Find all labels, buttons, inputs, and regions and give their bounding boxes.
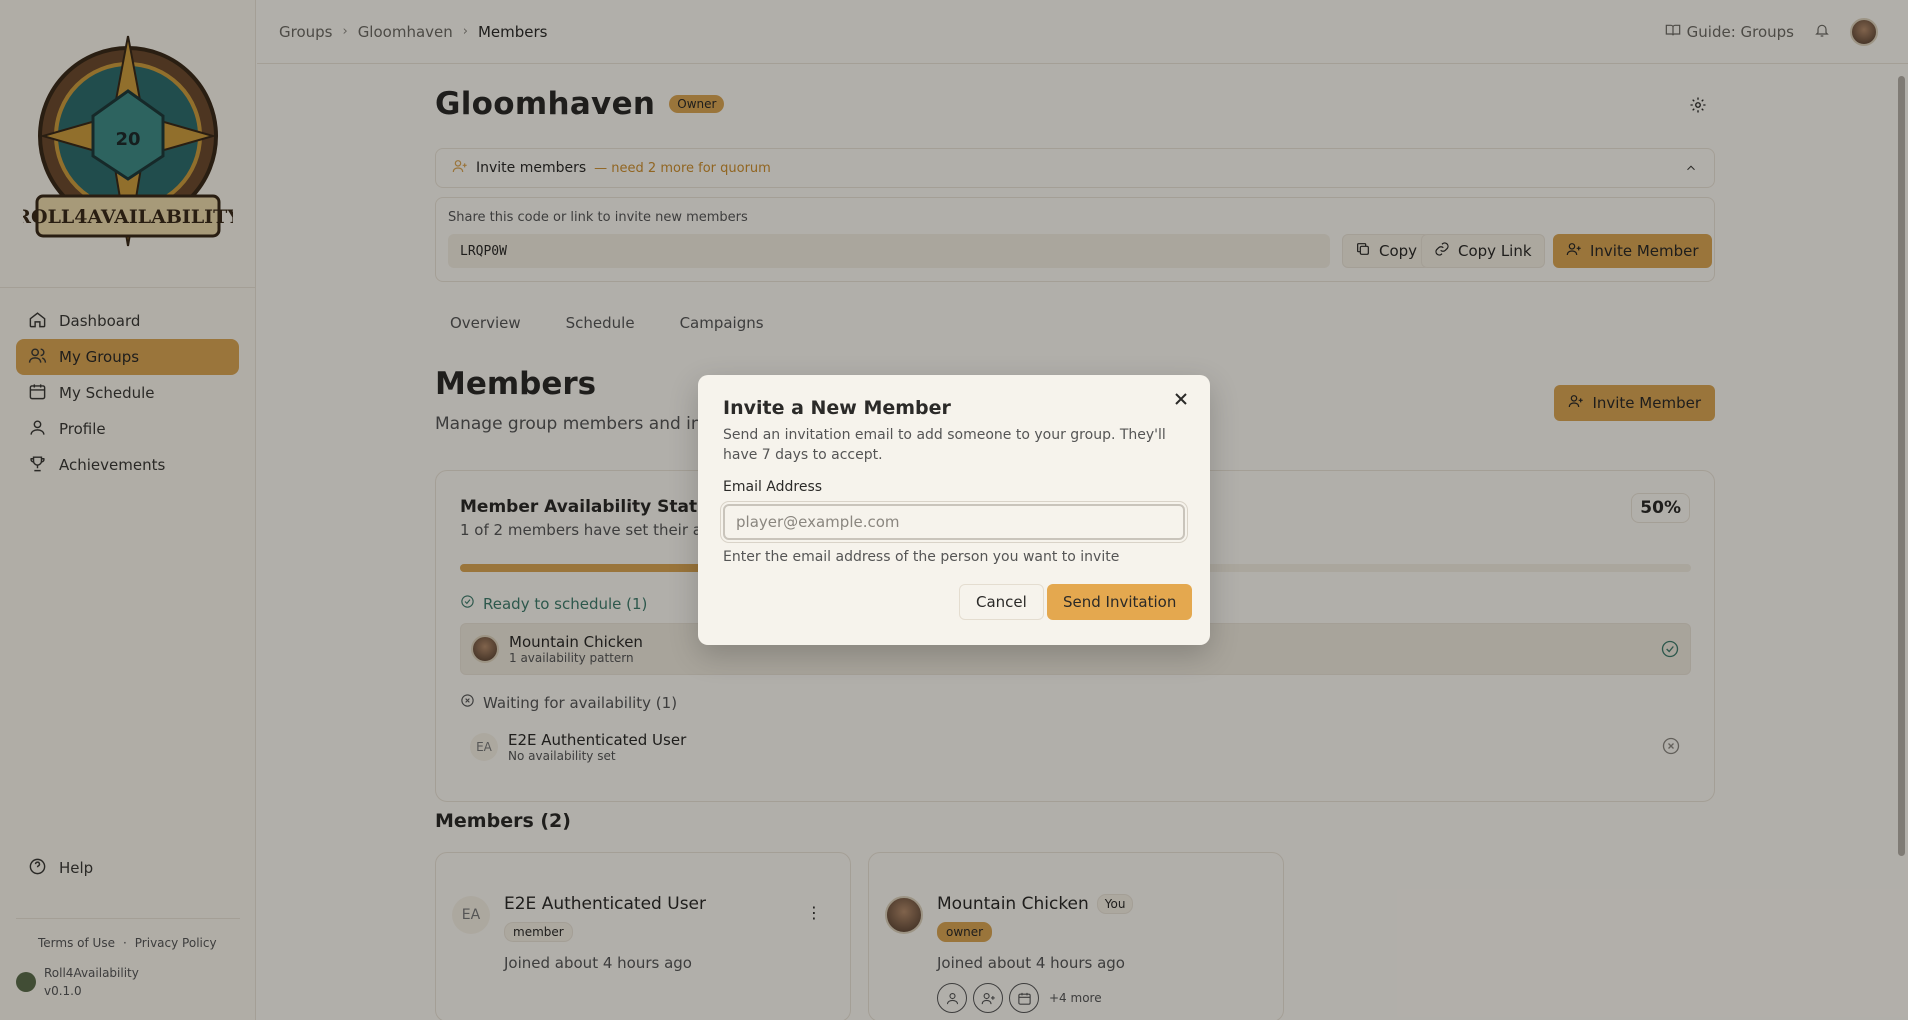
send-invitation-button[interactable]: Send Invitation [1047, 584, 1193, 620]
email-label: Email Address [723, 479, 823, 495]
email-help-text: Enter the email address of the person yo… [723, 549, 1120, 565]
dialog-title: Invite a New Member [723, 397, 951, 419]
invite-member-dialog: Invite a New Member Send an invitation e… [698, 375, 1210, 645]
cancel-button[interactable]: Cancel [959, 584, 1044, 620]
email-field[interactable] [723, 504, 1185, 540]
dialog-description: Send an invitation email to add someone … [723, 427, 1166, 463]
close-icon[interactable] [1174, 391, 1192, 409]
